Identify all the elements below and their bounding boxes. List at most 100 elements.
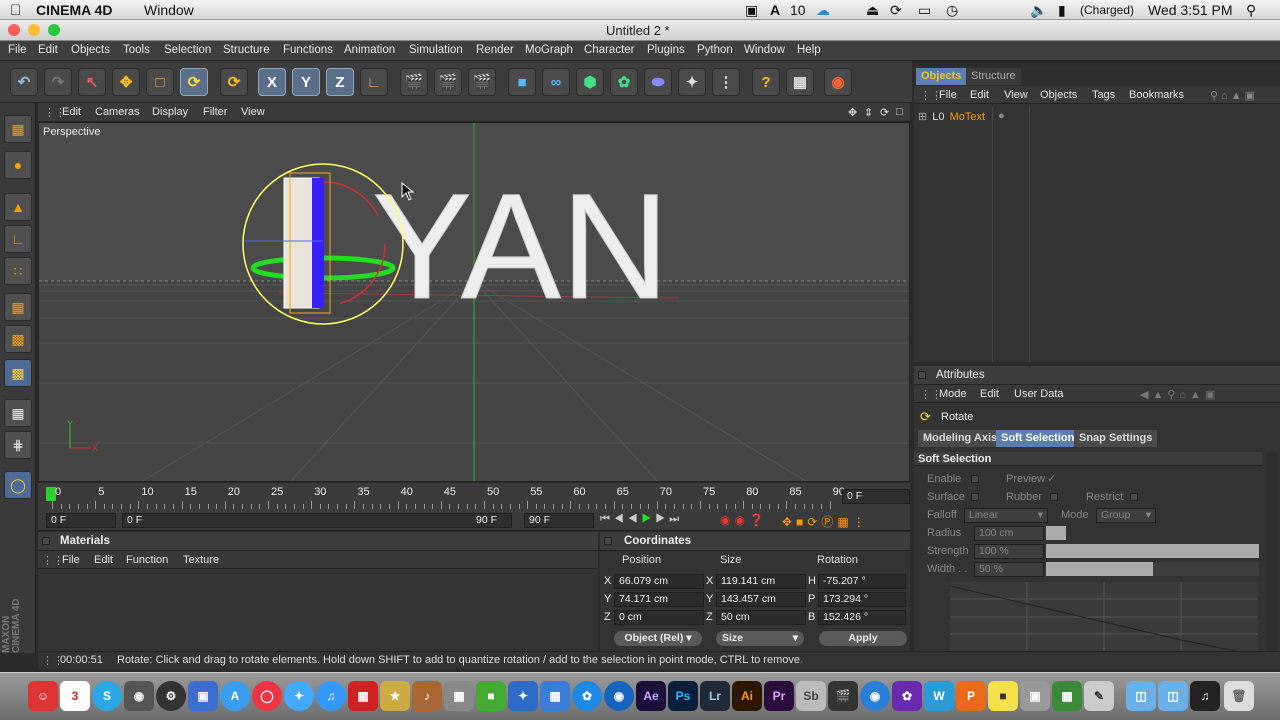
viewport-menu-cameras[interactable]: Cameras: [95, 106, 140, 118]
width-field[interactable]: 50 %: [974, 562, 1044, 577]
dock-quicktime-icon[interactable]: ◉: [860, 681, 890, 711]
materials-menu-edit[interactable]: Edit: [94, 554, 113, 566]
menu-functions[interactable]: Functions: [283, 44, 333, 56]
size-mode-select[interactable]: Size ▾: [716, 631, 804, 646]
rubber-checkbox[interactable]: [1050, 493, 1058, 501]
time-machine-icon[interactable]: ◷: [946, 2, 958, 19]
viewport-zoom-icon[interactable]: ⇕: [864, 106, 873, 119]
falloff-curve-graph[interactable]: [950, 582, 1258, 652]
render-view-icon[interactable]: 🎬: [400, 68, 428, 96]
menu-animation[interactable]: Animation: [344, 44, 395, 56]
live-selection-icon[interactable]: ↖: [78, 68, 106, 96]
record-icons[interactable]: ◉◉❓: [720, 513, 768, 527]
attributes-scrollbar[interactable]: [1266, 452, 1278, 652]
playback-controls[interactable]: ⏮◀◀▶▶⏭: [600, 513, 683, 526]
tab-modeling-axis[interactable]: Modeling Axis: [918, 430, 1003, 447]
array-icon[interactable]: ✿: [610, 68, 638, 96]
window-menu[interactable]: Window: [144, 2, 194, 18]
dock-pr-icon[interactable]: Pr: [764, 681, 794, 711]
viewport-menu-display[interactable]: Display: [152, 106, 188, 118]
render-settings-icon[interactable]: 🎬: [468, 68, 496, 96]
dock-c4d-icon[interactable]: ✿: [892, 681, 922, 711]
dock-browser-icon[interactable]: ◉: [604, 681, 634, 711]
use-texture-icon[interactable]: ▲: [4, 193, 32, 221]
dock-safari-icon[interactable]: ✦: [284, 681, 314, 711]
visibility-dots[interactable]: ●: [998, 110, 1005, 122]
dock-downloads-icon[interactable]: ◫: [1158, 681, 1188, 711]
tab-snap-settings[interactable]: Snap Settings: [1074, 430, 1158, 447]
cloud-icon[interactable]: ☁: [816, 2, 830, 19]
viewport-menu-filter[interactable]: Filter: [203, 106, 227, 118]
dock-powerpoint-icon[interactable]: P: [956, 681, 986, 711]
dock-word-icon[interactable]: W: [924, 681, 954, 711]
menu-python[interactable]: Python: [697, 44, 733, 56]
strength-field[interactable]: 100 %: [974, 544, 1044, 559]
help-icon[interactable]: ?: [752, 68, 780, 96]
start-frame-field[interactable]: 0 F: [46, 513, 116, 528]
current-frame-field[interactable]: 0 F: [842, 489, 910, 504]
strength-slider[interactable]: [1046, 544, 1259, 558]
dock-textedit-icon[interactable]: ✎: [1084, 681, 1114, 711]
particles-icon[interactable]: ⋮: [712, 68, 740, 96]
minimize-window-icon[interactable]: [28, 24, 40, 36]
mode-select[interactable]: Group ▾: [1096, 508, 1156, 523]
dock-network-icon[interactable]: ▦: [540, 681, 570, 711]
menu-mograph[interactable]: MoGraph: [525, 44, 573, 56]
dock-minecraft-icon[interactable]: ■: [476, 681, 506, 711]
menu-render[interactable]: Render: [476, 44, 514, 56]
dock-skype-icon[interactable]: S: [92, 681, 122, 711]
dock-iphoto-icon[interactable]: ▦: [444, 681, 474, 711]
recent-tool-icon[interactable]: ⟳: [220, 68, 248, 96]
expand-icon[interactable]: ⊞: [918, 111, 927, 123]
layout-icon[interactable]: ▦: [786, 68, 814, 96]
dock-ps-icon[interactable]: Ps: [668, 681, 698, 711]
apple-icon[interactable]: : [10, 2, 21, 19]
menu-file[interactable]: File: [8, 44, 27, 56]
dock-folder-icon[interactable]: ◫: [1126, 681, 1156, 711]
dock-appstore-icon[interactable]: A: [220, 681, 250, 711]
dock-chrome-icon[interactable]: ◯: [252, 681, 282, 711]
dock-clapper-icon[interactable]: 🎬: [828, 681, 858, 711]
menu-edit[interactable]: Edit: [38, 44, 58, 56]
size-field[interactable]: 143.457 cm: [716, 592, 806, 607]
timeline-ruler[interactable]: 0 5 10 15 20 25 30 35 40 45 50 55 60 65 70 75 80 85 90 0 F: [38, 483, 910, 511]
move-icon[interactable]: ✥: [112, 68, 140, 96]
volume-icon[interactable]: 🔈: [1030, 2, 1047, 19]
menu-plugins[interactable]: Plugins: [647, 44, 685, 56]
dock-lr-icon[interactable]: Lr: [700, 681, 730, 711]
display-icon[interactable]: ▭: [918, 2, 931, 19]
viewport-menu-edit[interactable]: Edit: [62, 106, 81, 118]
workplane-icon[interactable]: ▦: [4, 399, 32, 427]
viewport-menu-view[interactable]: View: [241, 106, 265, 118]
rotation-field[interactable]: -75.207 °: [818, 574, 906, 589]
adobe-icon[interactable]: A: [770, 2, 780, 18]
sculpt-icon[interactable]: ◯: [4, 471, 32, 499]
position-field[interactable]: 66.079 cm: [614, 574, 704, 589]
close-window-icon[interactable]: [8, 24, 20, 36]
menu-objects[interactable]: Objects: [71, 44, 110, 56]
dock-hub-icon[interactable]: ✿: [572, 681, 602, 711]
viewport-toggle-icon[interactable]: □: [896, 106, 903, 118]
objects-menu-file[interactable]: File: [939, 89, 957, 101]
size-field[interactable]: 119.141 cm: [716, 574, 806, 589]
scale-icon[interactable]: □: [146, 68, 174, 96]
use-object-icon[interactable]: ●: [4, 151, 32, 179]
dock-finder-icon[interactable]: ☺: [28, 681, 58, 711]
use-soft-icon[interactable]: ▩: [4, 359, 32, 387]
objects-menu-tags[interactable]: Tags: [1092, 89, 1115, 101]
x-axis-icon[interactable]: X: [258, 68, 286, 96]
menu-tools[interactable]: Tools: [123, 44, 150, 56]
restrict-checkbox[interactable]: [1130, 493, 1138, 501]
materials-menu-texture[interactable]: Texture: [183, 554, 219, 566]
use-polygons-icon[interactable]: ▩: [4, 325, 32, 353]
dock-facetime-icon[interactable]: ◉: [124, 681, 154, 711]
spotlight-icon[interactable]: ⚲: [1246, 2, 1256, 19]
battery-icon[interactable]: ▮: [1058, 2, 1066, 19]
tab-soft-selection[interactable]: Soft Selection: [996, 430, 1080, 447]
dock-itunes-icon[interactable]: ♫: [316, 681, 346, 711]
viewport-rotate-icon[interactable]: ⟳: [880, 106, 889, 119]
falloff-select[interactable]: Linear ▾: [964, 508, 1048, 523]
tab-structure[interactable]: Structure: [966, 68, 1021, 85]
spline-icon[interactable]: ∞: [542, 68, 570, 96]
eject-icon[interactable]: ⏏: [866, 2, 879, 19]
